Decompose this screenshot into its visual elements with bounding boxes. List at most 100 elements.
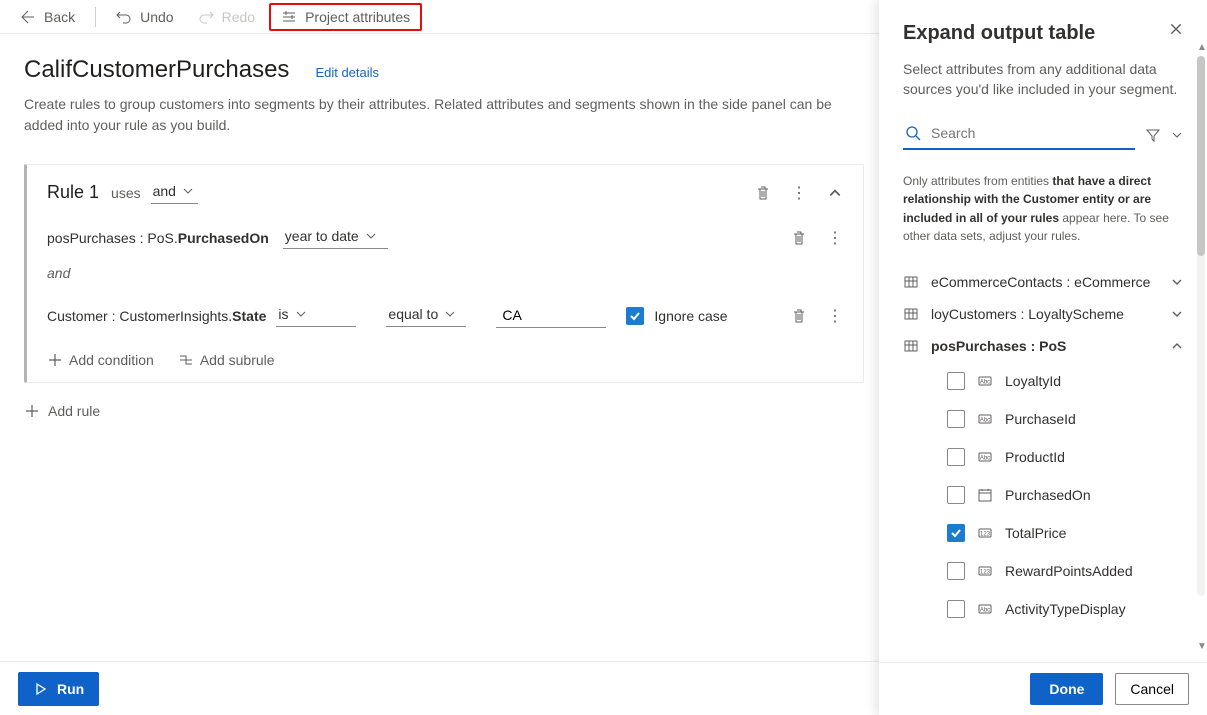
attribute-label: RewardPointsAdded <box>1005 563 1183 579</box>
svg-text:123: 123 <box>980 569 991 575</box>
entity-name: eCommerceContacts : eCommerce <box>931 274 1159 290</box>
panel-hint: Only attributes from entities that have … <box>903 172 1183 246</box>
condition2-op1-dropdown[interactable]: is <box>276 304 356 327</box>
plus-icon <box>47 352 63 368</box>
chevron-down-icon <box>444 308 456 320</box>
attribute-checkbox[interactable] <box>947 410 965 428</box>
project-attributes-button[interactable]: Project attributes <box>269 3 422 31</box>
chevron-down-icon[interactable] <box>1171 129 1183 141</box>
entity-row[interactable]: eCommerceContacts : eCommerce <box>903 266 1183 298</box>
redo-button[interactable]: Redo <box>188 3 265 31</box>
entity-row[interactable]: loyCustomers : LoyaltyScheme <box>903 298 1183 330</box>
expand-output-panel: Expand output table Select attributes fr… <box>879 0 1207 715</box>
text-type-icon: Abc <box>977 601 993 617</box>
attribute-checkbox[interactable] <box>947 524 965 542</box>
panel-description: Select attributes from any additional da… <box>903 59 1183 100</box>
rule-operator-dropdown[interactable]: and <box>151 181 198 204</box>
check-icon <box>950 527 962 539</box>
svg-text:Abc: Abc <box>980 379 990 385</box>
back-button[interactable]: Back <box>10 3 85 31</box>
attribute-label: TotalPrice <box>1005 525 1183 541</box>
collapse-rule-icon[interactable] <box>827 185 843 201</box>
attribute-label: ActivityTypeDisplay <box>1005 601 1183 617</box>
separator <box>95 7 96 27</box>
attribute-item[interactable]: 123 RewardPointsAdded <box>903 552 1183 590</box>
panel-cancel-button[interactable]: Cancel <box>1115 673 1189 705</box>
condition1-prefix: posPurchases : PoS. <box>47 230 178 246</box>
entity-row[interactable]: posPurchases : PoS <box>903 330 1183 362</box>
chevron-down-icon <box>182 185 194 197</box>
scroll-thumb[interactable] <box>1197 56 1205 256</box>
rule-title: Rule 1 <box>47 182 99 203</box>
table-icon <box>903 338 919 354</box>
redo-label: Redo <box>222 9 255 25</box>
project-attributes-icon <box>281 9 297 25</box>
attribute-item[interactable]: PurchasedOn <box>903 476 1183 514</box>
delete-condition2-icon[interactable] <box>791 308 807 324</box>
table-icon <box>903 306 919 322</box>
attribute-label: PurchaseId <box>1005 411 1183 427</box>
add-rule-label: Add rule <box>48 403 100 419</box>
attribute-checkbox[interactable] <box>947 372 965 390</box>
panel-search-input[interactable] <box>929 124 1133 142</box>
condition1-operator-dropdown[interactable]: year to date <box>283 226 388 249</box>
page-description: Create rules to group customers into seg… <box>24 94 854 136</box>
condition-row-1: posPurchases : PoS.PurchasedOn year to d… <box>47 226 843 249</box>
run-button[interactable]: Run <box>18 672 99 706</box>
back-arrow-icon <box>20 9 36 25</box>
panel-done-button[interactable]: Done <box>1030 673 1103 705</box>
run-label: Run <box>57 681 84 697</box>
delete-rule-icon[interactable] <box>755 185 771 201</box>
attribute-checkbox[interactable] <box>947 600 965 618</box>
add-subrule-label: Add subrule <box>200 352 275 368</box>
panel-close-icon[interactable] <box>1169 22 1183 40</box>
undo-label: Undo <box>140 9 173 25</box>
and-separator: and <box>47 265 843 281</box>
more-condition1-icon[interactable]: ⋮ <box>827 230 843 246</box>
attribute-item[interactable]: Abc ProductId <box>903 438 1183 476</box>
svg-text:Abc: Abc <box>980 417 990 423</box>
text-type-icon: Abc <box>977 449 993 465</box>
add-subrule-button[interactable]: Add subrule <box>178 352 275 368</box>
add-condition-button[interactable]: Add condition <box>47 352 154 368</box>
condition2-op2-dropdown[interactable]: equal to <box>386 304 466 327</box>
svg-text:123: 123 <box>980 531 991 537</box>
panel-done-label: Done <box>1049 681 1084 697</box>
entity-name: loyCustomers : LoyaltyScheme <box>931 306 1159 322</box>
text-type-icon: Abc <box>977 411 993 427</box>
filter-icon[interactable] <box>1145 127 1161 143</box>
ignore-case-checkbox[interactable] <box>626 307 644 325</box>
condition2-bold: State <box>232 308 266 324</box>
attribute-item[interactable]: Abc ActivityTypeDisplay <box>903 590 1183 628</box>
panel-scrollbar[interactable] <box>1197 56 1205 596</box>
attribute-checkbox[interactable] <box>947 562 965 580</box>
condition2-op1-label: is <box>278 306 288 322</box>
panel-footer: Done Cancel <box>879 662 1207 715</box>
attribute-item[interactable]: Abc PurchaseId <box>903 400 1183 438</box>
edit-details-link[interactable]: Edit details <box>315 65 379 80</box>
panel-search-box[interactable] <box>903 120 1135 150</box>
condition1-op-label: year to date <box>285 228 359 244</box>
scroll-up-arrow[interactable]: ▲ <box>1197 42 1205 58</box>
scroll-down-arrow[interactable]: ▼ <box>1197 641 1205 657</box>
table-icon <box>903 274 919 290</box>
more-rule-icon[interactable]: ⋮ <box>791 185 807 201</box>
attribute-item[interactable]: AbcLoyaltyId <box>903 362 1183 400</box>
hint-pre: Only attributes from entities <box>903 174 1052 188</box>
attribute-checkbox[interactable] <box>947 448 965 466</box>
search-icon <box>905 125 921 141</box>
entity-name: posPurchases : PoS <box>931 338 1159 354</box>
text-type-icon: Abc <box>977 373 993 389</box>
delete-condition1-icon[interactable] <box>791 230 807 246</box>
condition2-value-input[interactable] <box>496 303 606 328</box>
undo-icon <box>116 9 132 25</box>
more-condition2-icon[interactable]: ⋮ <box>827 308 843 324</box>
condition-row-2: Customer : CustomerInsights.State is equ… <box>47 303 843 328</box>
attribute-label: ProductId <box>1005 449 1183 465</box>
attribute-item[interactable]: 123 TotalPrice <box>903 514 1183 552</box>
date-type-icon <box>977 487 993 503</box>
attribute-checkbox[interactable] <box>947 486 965 504</box>
condition2-op2-label: equal to <box>388 306 438 322</box>
undo-button[interactable]: Undo <box>106 3 183 31</box>
rule-uses-label: uses <box>111 185 141 201</box>
